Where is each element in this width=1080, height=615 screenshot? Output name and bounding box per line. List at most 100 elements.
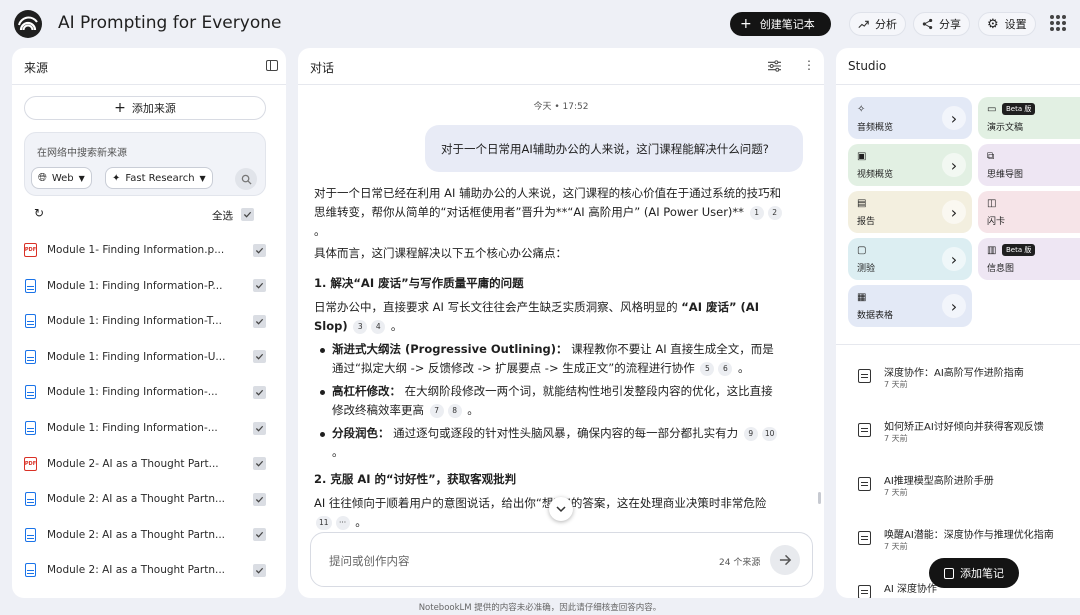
document-icon bbox=[25, 314, 36, 329]
note-item[interactable]: AI推理模型高阶进阶手册 7 天前 bbox=[858, 472, 1080, 506]
report-icon: ▤ bbox=[857, 198, 867, 209]
note-title: AI推理模型高阶进阶手册 bbox=[884, 476, 994, 487]
web-source-dropdown[interactable]: 🌐︎ Web ▼ bbox=[31, 167, 92, 189]
source-checkbox[interactable] bbox=[253, 350, 266, 364]
citation-badge[interactable]: ··· bbox=[335, 515, 350, 530]
citation-badge[interactable]: 2 bbox=[767, 205, 782, 220]
document-icon bbox=[25, 349, 36, 364]
source-item[interactable]: PDF Module 1- Finding Information.p... bbox=[24, 240, 266, 260]
scroll-to-bottom-button[interactable] bbox=[549, 497, 573, 521]
app-logo[interactable] bbox=[14, 10, 42, 38]
source-item[interactable]: PDF Module 2- AI as a Thought Part... bbox=[24, 454, 266, 474]
user-message: 对于一个日常用AI辅助办公的人来说，这门课程能解决什么问题? bbox=[425, 125, 803, 172]
note-item[interactable]: 深度协作：AI高阶写作进阶指南 7 天前 bbox=[858, 364, 1080, 398]
note-icon bbox=[858, 477, 871, 491]
citation-badge[interactable]: 1 bbox=[749, 205, 764, 220]
source-item[interactable]: Module 1: Finding Information-... bbox=[24, 382, 266, 402]
document-icon bbox=[25, 385, 36, 400]
mindmap-tile[interactable]: ⧉ 思维导图 bbox=[978, 144, 1080, 186]
source-item[interactable]: Module 1: Finding Information-T... bbox=[24, 311, 266, 331]
source-checkbox[interactable] bbox=[253, 243, 266, 257]
source-checkbox[interactable] bbox=[253, 528, 266, 542]
gear-icon: ⚙ bbox=[987, 16, 999, 32]
search-submit-button[interactable] bbox=[235, 168, 257, 190]
web-search-input[interactable]: 在网络中搜索新来源 bbox=[37, 144, 127, 159]
source-name: Module 1: Finding Information-... bbox=[47, 386, 218, 399]
chevron-right-icon: › bbox=[942, 153, 966, 177]
web-search-box: 在网络中搜索新来源 🌐︎ Web ▼ ✦ Fast Research ▼ bbox=[24, 132, 266, 196]
citation-badge[interactable]: 10 bbox=[761, 426, 778, 441]
chevron-down-icon bbox=[556, 505, 566, 512]
citation-badge[interactable]: 6 bbox=[718, 361, 733, 376]
chevron-right-icon: › bbox=[942, 294, 966, 318]
collapse-panel-icon[interactable] bbox=[266, 60, 278, 71]
source-checkbox[interactable] bbox=[253, 314, 266, 328]
send-button[interactable] bbox=[770, 545, 800, 575]
chat-scrollbar[interactable] bbox=[818, 492, 821, 504]
more-vert-icon[interactable]: ⋮ bbox=[803, 59, 815, 71]
citation-badge[interactable]: 3 bbox=[353, 319, 368, 334]
studio-title: Studio bbox=[848, 59, 887, 73]
chat-input[interactable]: 提问或创作内容 bbox=[329, 553, 410, 569]
analyze-button[interactable]: 分析 bbox=[849, 12, 906, 36]
chat-title: 对话 bbox=[310, 61, 335, 75]
document-icon bbox=[25, 563, 36, 578]
data-table-tile[interactable]: ▦ 数据表格 › bbox=[848, 285, 972, 327]
share-button[interactable]: 分享 bbox=[913, 12, 970, 36]
source-item[interactable]: Module 2: AI as a Thought Partn... bbox=[24, 489, 266, 509]
chat-input-box: 提问或创作内容 24 个来源 bbox=[310, 532, 813, 587]
notebook-title[interactable]: AI Prompting for Everyone bbox=[58, 13, 281, 33]
quiz-tile[interactable]: ▢ 测验 › bbox=[848, 238, 972, 280]
source-checkbox[interactable] bbox=[253, 421, 266, 435]
research-chip-label: Fast Research bbox=[125, 172, 195, 184]
note-item[interactable]: 如何矫正AI讨好倾向并获得客观反馈 7 天前 bbox=[858, 418, 1080, 452]
source-checkbox[interactable] bbox=[253, 492, 266, 506]
source-item[interactable]: Module 1: Finding Information-U... bbox=[24, 347, 266, 367]
source-item[interactable]: Module 2: AI as a Thought Partn... bbox=[24, 560, 266, 580]
apps-grid-icon[interactable] bbox=[1050, 15, 1066, 31]
add-source-button[interactable]: + 添加来源 bbox=[24, 96, 266, 120]
note-title: 唤醒AI潜能：深度协作与推理优化指南 bbox=[884, 530, 1054, 541]
source-name: Module 1: Finding Information-P... bbox=[47, 279, 223, 292]
citation-badge[interactable]: 11 bbox=[316, 515, 332, 530]
tile-label: 视频概览 bbox=[857, 170, 894, 180]
quiz-icon: ▢ bbox=[857, 245, 867, 256]
source-checkbox[interactable] bbox=[253, 385, 266, 399]
video-overview-tile[interactable]: ▣ 视频概览 › bbox=[848, 144, 972, 186]
settings-button[interactable]: ⚙ 设置 bbox=[978, 12, 1036, 36]
message-timestamp: 今天 • 17:52 bbox=[533, 102, 589, 112]
citation-badge[interactable]: 4 bbox=[371, 319, 386, 334]
bar-chart-icon: ▥ bbox=[987, 245, 997, 256]
select-all-checkbox[interactable] bbox=[241, 208, 254, 221]
audio-overview-tile[interactable]: ✧ 音频概览 › bbox=[848, 97, 972, 139]
refresh-icon[interactable]: ↻ bbox=[34, 206, 44, 220]
report-tile[interactable]: ▤ 报告 › bbox=[848, 191, 972, 233]
citation-badge[interactable]: 8 bbox=[447, 403, 462, 418]
source-checkbox[interactable] bbox=[253, 457, 266, 471]
source-item[interactable]: Module 1: Finding Information-... bbox=[24, 418, 266, 438]
citation-badge[interactable]: 7 bbox=[429, 403, 444, 418]
select-all-row: ↻ 全选 bbox=[24, 206, 266, 224]
citation-badge[interactable]: 9 bbox=[743, 426, 758, 441]
source-item[interactable]: Module 2: AI as a Thought Partn... bbox=[24, 525, 266, 545]
search-icon bbox=[241, 174, 252, 185]
source-count: 24 个来源 bbox=[719, 558, 761, 568]
tune-icon[interactable] bbox=[768, 60, 781, 72]
source-checkbox[interactable] bbox=[253, 279, 266, 293]
create-notebook-button[interactable]: + 创建笔记本 bbox=[730, 12, 831, 36]
infographic-tile[interactable]: ▥ Beta 版 信息图 bbox=[978, 238, 1080, 280]
chevron-right-icon: › bbox=[942, 200, 966, 224]
source-item[interactable]: Module 1: Finding Information-P... bbox=[24, 276, 266, 296]
source-checkbox[interactable] bbox=[253, 563, 266, 577]
flashcards-tile[interactable]: ◫ 闪卡 bbox=[978, 191, 1080, 233]
research-mode-dropdown[interactable]: ✦ Fast Research ▼ bbox=[105, 167, 213, 189]
note-title: 深度协作：AI高阶写作进阶指南 bbox=[884, 368, 1024, 379]
add-note-button[interactable]: 添加笔记 bbox=[929, 558, 1019, 588]
chevron-right-icon: › bbox=[942, 247, 966, 271]
note-item[interactable]: 唤醒AI潜能：深度协作与推理优化指南 7 天前 bbox=[858, 526, 1080, 560]
check-icon bbox=[255, 532, 264, 538]
slides-tile[interactable]: ▭ Beta 版 演示文稿 bbox=[978, 97, 1080, 139]
citation-badge[interactable]: 5 bbox=[700, 361, 715, 376]
notebooklm-logo-icon bbox=[18, 16, 38, 31]
beta-badge: Beta 版 bbox=[1002, 103, 1036, 115]
